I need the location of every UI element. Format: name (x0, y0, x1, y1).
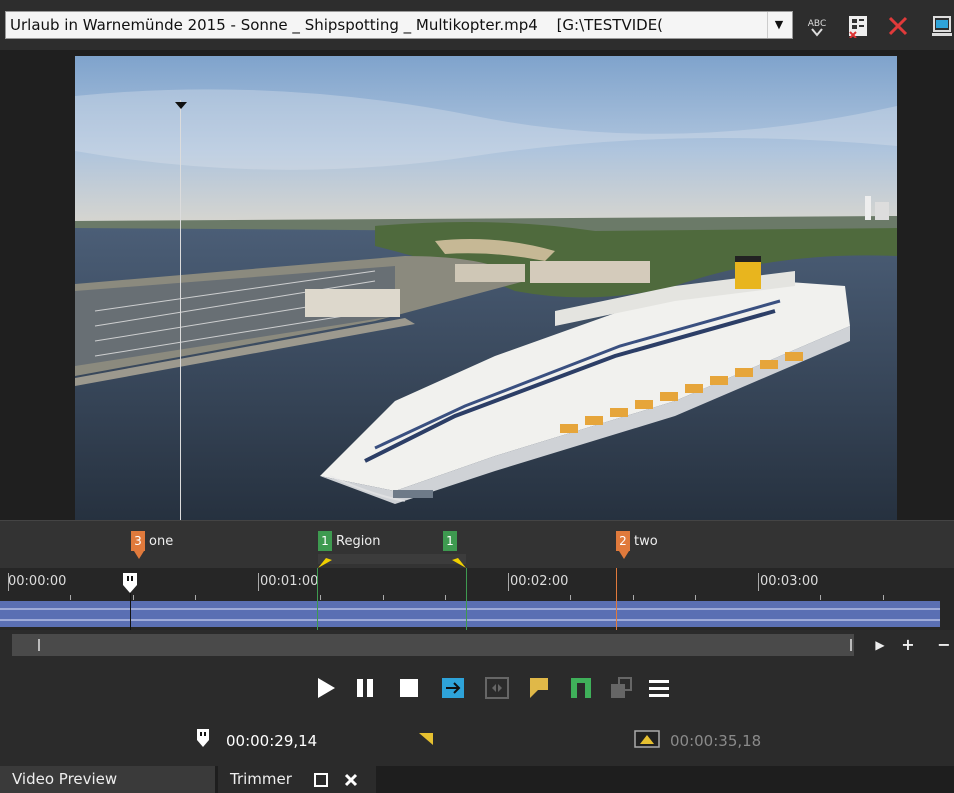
toolbar: Urlaub in Warnemünde 2015 - Sonne _ Ship… (0, 0, 954, 50)
region-icon[interactable] (568, 674, 594, 702)
tick-label: 00:01:00 (260, 574, 319, 589)
cursor-position-icon (197, 729, 209, 747)
cursor-line[interactable] (180, 100, 181, 570)
marker-3[interactable]: 3 one (131, 531, 174, 559)
loop-icon[interactable] (440, 674, 466, 702)
marker-number: 1 (318, 531, 332, 551)
pause-icon[interactable] (352, 674, 378, 702)
region-start-line (317, 568, 318, 630)
tab-label: Trimmer (230, 770, 292, 788)
marker-label: one (149, 534, 174, 549)
playhead-handle-icon[interactable] (122, 572, 138, 594)
marker-number: 3 (131, 531, 145, 551)
timeline-ruler[interactable]: 00:00:00 00:01:00 00:02:00 00:03:00 (0, 568, 954, 630)
stop-icon[interactable] (396, 674, 422, 702)
region-bar[interactable] (318, 554, 466, 564)
cursor-top-marker (175, 102, 187, 109)
marker-icon[interactable] (526, 674, 552, 702)
maximize-icon[interactable] (314, 773, 328, 787)
dropdown-arrow-icon[interactable]: ▼ (767, 12, 790, 38)
region-end-line (466, 568, 467, 630)
selection-icon[interactable] (484, 674, 510, 702)
panel-tabs: Video Preview Trimmer (0, 766, 954, 793)
video-preview (0, 50, 954, 570)
audio-waveform[interactable] (0, 601, 940, 627)
abc-icon[interactable]: ABC (806, 14, 828, 38)
tick-label: 00:03:00 (760, 574, 819, 589)
transport-controls (0, 660, 954, 718)
marker-label: Region (336, 534, 381, 549)
window-icon[interactable] (930, 14, 954, 38)
scroll-right-icon[interactable]: ▶ (872, 634, 888, 656)
marker-row[interactable]: 3 one 1 Region 1 2 two (0, 520, 954, 569)
delete-icon[interactable] (886, 14, 910, 38)
region-end-marker[interactable]: 1 (443, 531, 457, 551)
close-icon[interactable] (344, 773, 358, 787)
scroll-track[interactable] (12, 634, 854, 656)
tab-trimmer[interactable]: Trimmer (218, 766, 376, 793)
zoom-in-icon[interactable]: + (900, 634, 916, 656)
video-frame (75, 56, 897, 520)
play-icon[interactable] (313, 674, 339, 702)
marker-number: 1 (443, 531, 457, 551)
menu-icon[interactable] (646, 674, 672, 702)
marker-label: two (634, 534, 658, 549)
selection-length-icon (634, 730, 660, 748)
selection-length-time[interactable]: 00:00:35,18 (670, 732, 761, 750)
file-select[interactable]: Urlaub in Warnemünde 2015 - Sonne _ Ship… (5, 11, 793, 39)
snapshot-icon[interactable] (608, 674, 634, 702)
marker-2[interactable]: 2 two (616, 531, 658, 559)
horizontal-scrollbar[interactable]: ◀ ▶ + − (0, 630, 954, 660)
svg-text:ABC: ABC (808, 19, 826, 29)
selection-start-icon (419, 733, 433, 745)
tab-label: Video Preview (12, 770, 118, 788)
cursor-time[interactable]: 00:00:29,14 (226, 732, 317, 750)
marker-2-line (616, 568, 617, 630)
file-name: Urlaub in Warnemünde 2015 - Sonne _ Ship… (10, 16, 538, 34)
file-path: [G:\TESTVIDE( (556, 16, 664, 34)
zoom-out-icon[interactable]: − (936, 634, 952, 656)
playhead-line (130, 590, 131, 630)
tab-video-preview[interactable]: Video Preview (0, 766, 215, 793)
properties-icon[interactable] (846, 14, 870, 38)
time-readouts: 00:00:29,14 00:00:35,18 (0, 718, 954, 766)
tick-label: 00:00:00 (8, 574, 67, 589)
tick-label: 00:02:00 (510, 574, 569, 589)
region-start-marker[interactable]: 1 Region (318, 531, 381, 551)
marker-number: 2 (616, 531, 630, 551)
